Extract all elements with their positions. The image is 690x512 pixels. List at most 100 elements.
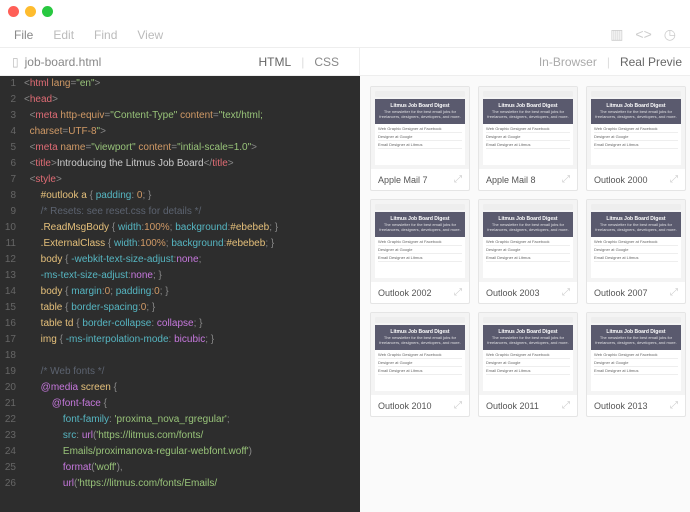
preview-thumb[interactable]: Litmus Job Board DigestThe newsletter fo… [586,86,686,191]
code-line[interactable]: 4 charset=UTF-8"> [0,124,360,140]
line-number: 23 [0,428,24,444]
line-number: 21 [0,396,24,412]
line-number: 4 [0,124,24,140]
menu-view[interactable]: View [137,28,163,42]
line-number: 26 [0,476,24,492]
preview-thumb[interactable]: Litmus Job Board DigestThe newsletter fo… [370,86,470,191]
history-icon[interactable]: ◷ [664,26,676,43]
preview-thumb[interactable]: Litmus Job Board DigestThe newsletter fo… [586,199,686,304]
line-number: 15 [0,300,24,316]
code-line[interactable]: 1<html lang="en"> [0,76,360,92]
preview-thumb[interactable]: Litmus Job Board DigestThe newsletter fo… [370,199,470,304]
preview-thumb[interactable]: Litmus Job Board DigestThe newsletter fo… [478,312,578,417]
code-line[interactable]: 15 table { border-spacing:0; } [0,300,360,316]
code-line[interactable]: 25 format('woff'), [0,460,360,476]
code-line[interactable]: 21 @font-face { [0,396,360,412]
thumb-label: Outlook 2010 [378,401,432,411]
line-number: 18 [0,348,24,364]
preview-thumb[interactable]: Litmus Job Board DigestThe newsletter fo… [478,199,578,304]
code-icon[interactable]: <> [635,26,651,43]
line-number: 25 [0,460,24,476]
line-number: 24 [0,444,24,460]
expand-icon[interactable]: ⤢ [562,174,570,185]
code-line[interactable]: 12 body { -webkit-text-size-adjust:none; [0,252,360,268]
preview-thumb[interactable]: Litmus Job Board DigestThe newsletter fo… [370,312,470,417]
expand-icon[interactable]: ⤢ [562,400,570,411]
code-line[interactable]: 8 #outlook a { padding: 0; } [0,188,360,204]
thumb-label: Outlook 2000 [594,175,648,185]
thumb-image: Litmus Job Board DigestThe newsletter fo… [479,200,577,282]
expand-icon[interactable]: ⤢ [562,287,570,298]
code-line[interactable]: 3 <meta http-equiv="Content-Type" conten… [0,108,360,124]
code-line[interactable]: 2<head> [0,92,360,108]
line-number: 10 [0,220,24,236]
line-number: 6 [0,156,24,172]
expand-icon[interactable]: ⤢ [454,174,462,185]
menu-find[interactable]: Find [94,28,117,42]
expand-icon[interactable]: ⤢ [670,287,678,298]
code-line[interactable]: 9 /* Resets: see reset.css for details *… [0,204,360,220]
layout-panel-icon[interactable]: ▥ [610,26,623,43]
tab-inbrowser[interactable]: In-Browser [539,55,597,69]
line-number: 16 [0,316,24,332]
code-line[interactable]: 20 @media screen { [0,380,360,396]
tab-css[interactable]: CSS [314,55,339,69]
thumb-image: Litmus Job Board DigestThe newsletter fo… [587,87,685,169]
code-editor[interactable]: 1<html lang="en">2<head>3 <meta http-equ… [0,76,360,512]
menu-file[interactable]: File [14,28,33,42]
code-line[interactable]: 6 <title>Introducing the Litmus Job Boar… [0,156,360,172]
expand-icon[interactable]: ⤢ [454,400,462,411]
code-line[interactable]: 24 Emails/proximanova-regular-webfont.wo… [0,444,360,460]
line-number: 12 [0,252,24,268]
window-titlebar [0,0,690,22]
line-number: 1 [0,76,24,92]
preview-thumb[interactable]: Litmus Job Board DigestThe newsletter fo… [586,312,686,417]
close-icon[interactable] [8,6,19,17]
code-line[interactable]: 13 -ms-text-size-adjust:none; } [0,268,360,284]
code-line[interactable]: 11 .ExternalClass { width:100%; backgrou… [0,236,360,252]
code-line[interactable]: 19 /* Web fonts */ [0,364,360,380]
thumb-label: Outlook 2007 [594,288,648,298]
line-number: 20 [0,380,24,396]
thumb-image: Litmus Job Board DigestThe newsletter fo… [587,200,685,282]
preview-thumb[interactable]: Litmus Job Board DigestThe newsletter fo… [478,86,578,191]
line-number: 13 [0,268,24,284]
thumb-image: Litmus Job Board DigestThe newsletter fo… [371,200,469,282]
tab-html[interactable]: HTML [259,55,292,69]
preview-panel: Litmus Job Board DigestThe newsletter fo… [360,76,690,512]
minimize-icon[interactable] [25,6,36,17]
thumb-image: Litmus Job Board DigestThe newsletter fo… [587,313,685,395]
tabbar: ▯ job-board.html HTML | CSS In-Browser |… [0,48,690,76]
thumb-label: Outlook 2003 [486,288,540,298]
line-number: 14 [0,284,24,300]
line-number: 7 [0,172,24,188]
thumb-label: Outlook 2013 [594,401,648,411]
expand-icon[interactable]: ⤢ [670,174,678,185]
thumb-image: Litmus Job Board DigestThe newsletter fo… [371,87,469,169]
line-number: 5 [0,140,24,156]
line-number: 19 [0,364,24,380]
code-line[interactable]: 17 img { -ms-interpolation-mode: bicubic… [0,332,360,348]
menu-edit[interactable]: Edit [53,28,74,42]
menubar: File Edit Find View ▥ <> ◷ [0,22,690,48]
expand-icon[interactable]: ⤢ [454,287,462,298]
expand-icon[interactable]: ⤢ [670,400,678,411]
code-line[interactable]: 5 <meta name="viewport" content="intial-… [0,140,360,156]
code-line[interactable]: 14 body { margin:0; padding:0; } [0,284,360,300]
code-line[interactable]: 23 src: url('https://litmus.com/fonts/ [0,428,360,444]
code-line[interactable]: 22 font-family: 'proxima_nova_rgregular'… [0,412,360,428]
code-line[interactable]: 16 table td { border-collapse: collapse;… [0,316,360,332]
document-icon: ▯ [12,55,19,69]
thumb-image: Litmus Job Board DigestThe newsletter fo… [479,313,577,395]
code-line[interactable]: 7 <style> [0,172,360,188]
code-line[interactable]: 10 .ReadMsgBody { width:100%; background… [0,220,360,236]
tab-real-preview[interactable]: Real Previe [620,55,682,69]
thumb-label: Apple Mail 7 [378,175,428,185]
thumb-image: Litmus Job Board DigestThe newsletter fo… [479,87,577,169]
code-line[interactable]: 18 [0,348,360,364]
line-number: 8 [0,188,24,204]
line-number: 9 [0,204,24,220]
file-tab[interactable]: ▯ job-board.html [0,55,113,69]
code-line[interactable]: 26 url('https://litmus.com/fonts/Emails/ [0,476,360,492]
maximize-icon[interactable] [42,6,53,17]
